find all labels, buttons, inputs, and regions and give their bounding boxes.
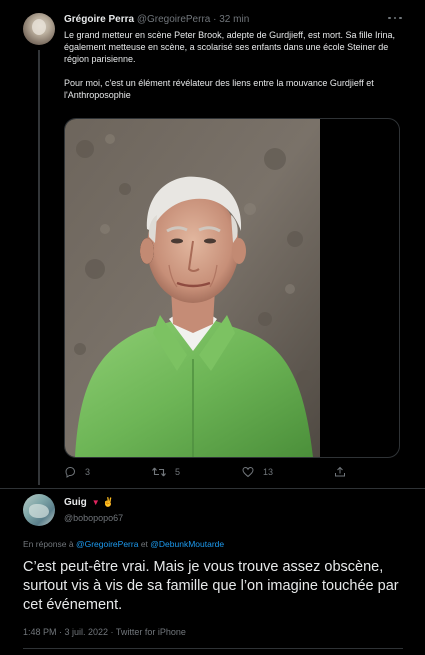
author-name[interactable]: Guig: [64, 496, 87, 509]
reply-header: Guig ▼ ✌ @bobopopo67: [64, 496, 123, 525]
author-name[interactable]: Grégoire Perra: [64, 14, 134, 25]
reply-context: En réponse à @GregoirePerra et @DebunkMo…: [23, 539, 224, 549]
reply-button[interactable]: 3: [64, 466, 90, 478]
divider: [23, 648, 403, 649]
tweet-paragraph-2: Pour moi, c'est un élément révélateur de…: [64, 78, 374, 100]
tweet-actions: 3 5 13: [62, 466, 362, 482]
mention-link[interactable]: @GregoirePerra: [76, 539, 138, 549]
retweet-icon: [152, 467, 166, 477]
reply-text: C’est peut-être vrai. Mais je vous trouv…: [23, 559, 399, 613]
reply-prefix: En réponse à: [23, 539, 74, 549]
avatar[interactable]: [23, 494, 55, 526]
more-icon[interactable]: [388, 12, 402, 24]
tweet-text: Le grand metteur en scène Peter Brook, a…: [64, 29, 404, 113]
tweet-media[interactable]: [64, 118, 400, 458]
avatar[interactable]: [23, 13, 55, 45]
heart-icon: ▼: [91, 498, 100, 507]
thread-line: [38, 50, 40, 485]
tweet-metadata[interactable]: 1:48 PM · 3 juil. 2022 · Twitter for iPh…: [23, 627, 186, 637]
separator: ·: [213, 14, 217, 25]
tweet-header: Grégoire Perra @GregoirePerra · 32 min: [64, 14, 249, 25]
tweet[interactable]: Grégoire Perra @GregoirePerra · 32 min L…: [0, 0, 425, 490]
mention-link[interactable]: @DebunkMoutarde: [150, 539, 224, 549]
timestamp[interactable]: 32 min: [219, 14, 249, 25]
like-button[interactable]: 13: [242, 466, 273, 478]
author-handle[interactable]: @bobopopo67: [64, 512, 123, 525]
share-button[interactable]: [334, 466, 346, 478]
retweet-count: 5: [175, 467, 181, 477]
reply-count: 3: [85, 467, 91, 477]
share-icon: [335, 466, 345, 477]
tweet-photo[interactable]: [65, 119, 320, 457]
like-icon: [242, 466, 254, 478]
conjunction: et: [140, 539, 148, 549]
victory-hand-icon: ✌: [102, 497, 114, 507]
tweet-paragraph-1: Le grand metteur en scène Peter Brook, a…: [64, 30, 396, 64]
divider: [0, 488, 425, 489]
like-count: 13: [263, 467, 274, 477]
reply-icon: [65, 467, 76, 478]
author-handle[interactable]: @GregoirePerra: [137, 14, 211, 25]
retweet-button[interactable]: 5: [152, 466, 180, 478]
